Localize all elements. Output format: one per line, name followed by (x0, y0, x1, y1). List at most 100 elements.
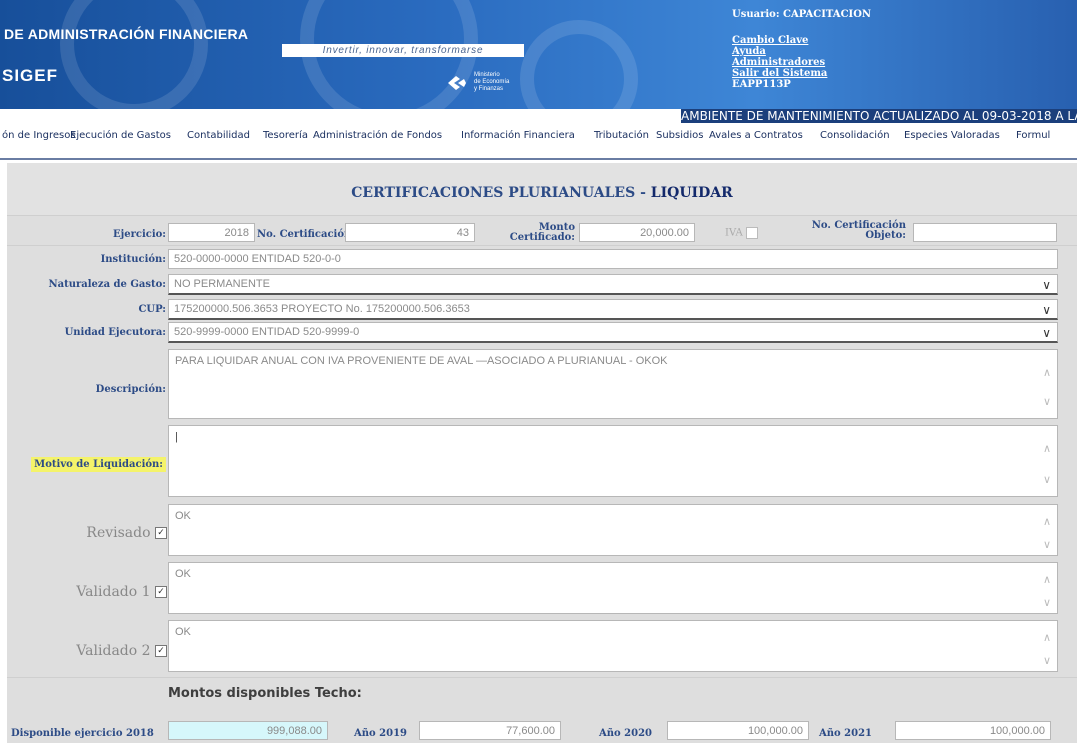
validado1-label: Validado 1 (76, 584, 151, 600)
menu-item-subsidios[interactable]: Subsidios (656, 130, 703, 141)
ministry-logo: Ministerio de Economía y Finanzas (446, 72, 546, 96)
scroll-up-icon[interactable]: ∧ (1043, 366, 1051, 379)
no-cert-objeto-field[interactable] (913, 223, 1057, 242)
anio-2020-label: Año 2020 (599, 728, 653, 739)
chevron-down-icon: ∨ (1042, 326, 1051, 340)
form-title: CERTIFICACIONES PLURIANUALES - LIQUIDAR (7, 163, 1077, 216)
revisado-label: Revisado (86, 525, 151, 541)
validado2-label: Validado 2 (76, 643, 151, 659)
cup-select[interactable]: 175200000.506.3653 PROYECTO No. 17520000… (168, 299, 1058, 320)
motivo-label: Motivo de Liquidación: (31, 457, 166, 472)
help-link[interactable]: Ayuda (732, 46, 871, 57)
revisado-checkbox[interactable]: ✓ (155, 527, 167, 539)
environment-banner: AMBIENTE DE MANTENIMIENTO ACTUALIZADO AL… (681, 109, 1077, 123)
change-password-link[interactable]: Cambio Clave (732, 35, 871, 46)
form-title-main: CERTIFICACIONES PLURIANUALES - (351, 185, 651, 201)
menu-item-fondos[interactable]: Administración de Fondos (313, 130, 442, 141)
iva-checkbox[interactable] (745, 227, 758, 239)
liquidation-form: CERTIFICACIONES PLURIANUALES - LIQUIDAR … (7, 163, 1077, 743)
motivo-textarea[interactable]: | ∧ ∨ (168, 425, 1058, 497)
menu-item-consolidacion[interactable]: Consolidación (820, 130, 890, 141)
motivo-label-text: Motivo de Liquidación: (31, 457, 166, 472)
ejercicio-label: Ejercicio: (112, 229, 166, 240)
scroll-down-icon[interactable]: ∨ (1043, 596, 1051, 609)
no-certificacion-label: No. Certificación: (257, 229, 355, 240)
scroll-down-icon[interactable]: ∨ (1043, 538, 1051, 551)
revisado-control: Revisado ✓ (86, 525, 167, 541)
cup-label: CUP: (138, 304, 166, 315)
menu-item-avales[interactable]: Avales a Contratos (709, 130, 803, 141)
montos-heading: Montos disponibles Techo: (168, 686, 362, 701)
logout-link[interactable]: Salir del Sistema (732, 68, 871, 79)
anio-2019-label: Año 2019 (354, 728, 408, 739)
validado2-textarea[interactable]: OK ∧ ∨ (168, 620, 1058, 672)
monto-certificado-field[interactable]: 20,000.00 (579, 223, 695, 242)
scroll-up-icon[interactable]: ∧ (1043, 515, 1051, 528)
iva-toggle: IVA (725, 227, 758, 239)
iva-label: IVA (725, 227, 743, 239)
anio-2020-field[interactable]: 100,000.00 (667, 721, 809, 740)
chevron-down-icon: ∨ (1042, 278, 1051, 292)
ejercicio-field[interactable]: 2018 (168, 223, 255, 242)
anio-2019-field[interactable]: 77,600.00 (419, 721, 561, 740)
scroll-up-icon[interactable]: ∧ (1043, 631, 1051, 644)
administrators-link[interactable]: Administradores (732, 57, 871, 68)
menu-item-contabilidad[interactable]: Contabilidad (187, 130, 250, 141)
validado2-control: Validado 2 ✓ (76, 643, 167, 659)
institucion-label: Institución: (100, 254, 166, 265)
menu-item-tributacion[interactable]: Tributación (594, 130, 649, 141)
disponible-field[interactable]: 999,088.00 (168, 721, 328, 740)
user-label: Usuario: CAPACITACION (732, 9, 872, 20)
no-certificacion-field[interactable]: 43 (345, 223, 475, 242)
descripcion-label: Descripción: (95, 384, 166, 395)
objeto-label-line: Objeto: (865, 230, 906, 241)
validado2-checkbox[interactable]: ✓ (155, 645, 167, 657)
menu-item-informacion[interactable]: Información Financiera (461, 130, 575, 141)
revisado-value: OK (175, 510, 191, 522)
anio-2021-label: Año 2021 (819, 728, 873, 739)
monto-label-line: Certificado: (509, 232, 575, 243)
menu-item-ingresos[interactable]: ón de Ingresos (2, 130, 76, 141)
ministry-line: de Economía (474, 79, 510, 85)
form-title-accent: LIQUIDAR (650, 185, 733, 201)
revisado-textarea[interactable]: OK ∧ ∨ (168, 504, 1058, 556)
naturaleza-select[interactable]: NO PERMANENTE ∨ (168, 274, 1058, 295)
validado1-textarea[interactable]: OK ∧ ∨ (168, 562, 1058, 614)
anio-2021-field[interactable]: 100,000.00 (895, 721, 1051, 740)
no-cert-objeto-label: No. Certificación Objeto: (812, 221, 906, 241)
menu-item-formularios[interactable]: Formul (1016, 130, 1050, 141)
main-menu: ón de Ingresos Ejecución de Gastos Conta… (0, 123, 1077, 160)
unidad-value: 520-9999-0000 ENTIDAD 520-9999-0 (174, 326, 360, 338)
validado1-value: OK (175, 568, 191, 580)
institucion-field[interactable]: 520-0000-0000 ENTIDAD 520-0-0 (168, 249, 1058, 269)
validado1-checkbox[interactable]: ✓ (155, 586, 167, 598)
naturaleza-label: Naturaleza de Gasto: (48, 279, 166, 290)
row-divider (7, 245, 1077, 246)
scroll-down-icon[interactable]: ∨ (1043, 654, 1051, 667)
ministry-line: Ministerio (474, 72, 500, 78)
scroll-down-icon[interactable]: ∨ (1043, 473, 1051, 486)
slogan: Invertir, innovar, transformarse (282, 44, 524, 57)
scroll-up-icon[interactable]: ∧ (1043, 442, 1051, 455)
descripcion-textarea[interactable]: PARA LIQUIDAR ANUAL CON IVA PROVENIENTE … (168, 349, 1058, 419)
validado2-value: OK (175, 626, 191, 638)
cup-value: 175200000.506.3653 PROYECTO No. 17520000… (174, 303, 470, 315)
sigef-logo: SIGEF (2, 66, 59, 85)
row-divider (7, 677, 1077, 678)
app-header: DE ADMINISTRACIÓN FINANCIERA SIGEF Inver… (0, 0, 1077, 109)
naturaleza-value: NO PERMANENTE (174, 278, 270, 290)
validado1-control: Validado 1 ✓ (76, 584, 167, 600)
ministry-emblem-icon (448, 76, 466, 90)
menu-item-gastos[interactable]: Ejecución de Gastos (70, 130, 171, 141)
unidad-select[interactable]: 520-9999-0000 ENTIDAD 520-9999-0 ∨ (168, 322, 1058, 343)
menu-item-tesoreria[interactable]: Tesorería (263, 130, 308, 141)
scroll-up-icon[interactable]: ∧ (1043, 573, 1051, 586)
ministry-line: y Finanzas (474, 86, 504, 92)
chevron-down-icon: ∨ (1042, 303, 1051, 317)
menu-item-especies[interactable]: Especies Valoradas (904, 130, 1000, 141)
gear-decoration (60, 0, 208, 109)
user-panel: Usuario: CAPACITACION Cambio Clave Ayuda… (732, 9, 871, 90)
monto-certificado-label: Monto Certificado: (510, 223, 575, 243)
scroll-down-icon[interactable]: ∨ (1043, 395, 1051, 408)
descripcion-value: PARA LIQUIDAR ANUAL CON IVA PROVENIENTE … (175, 355, 668, 367)
